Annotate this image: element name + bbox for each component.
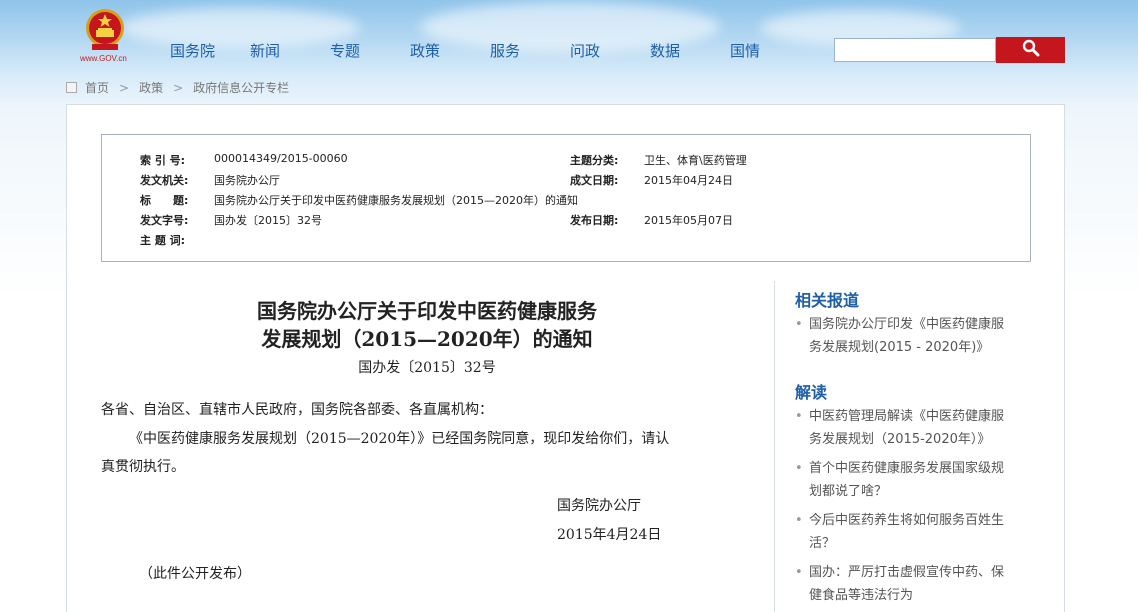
breadcrumb-separator: >: [173, 80, 184, 95]
interpretation-item[interactable]: 首个中医药健康服务发展国家级规 划都说了啥？: [795, 457, 1027, 503]
nav-item-topics[interactable]: 专题: [330, 40, 410, 61]
interpretation-item[interactable]: 中医药管理局解读《中医药健康服 务发展规划（2015-2020年）》: [795, 405, 1027, 451]
meta-label: 发布日期:: [570, 214, 619, 227]
meta-label: 发文机关:: [140, 174, 189, 187]
nav-item-national-info[interactable]: 国情: [730, 40, 810, 61]
item-text-line: 中医药管理局解读《中医药健康服: [809, 409, 1005, 424]
breadcrumb-separator: >: [119, 80, 130, 95]
site-domain-text: www.GOV.cn: [80, 54, 127, 63]
article-date: 2015年4月24日: [557, 527, 662, 543]
meta-value: 国办发〔2015〕32号: [214, 214, 322, 227]
related-reports-heading: 相关报道: [795, 291, 860, 310]
article-paragraph: 《中医药健康服务发展规划（2015—2020年）》已经国务院同意，现印发给你们，…: [129, 431, 670, 447]
item-text-line: 国办：严厉打击虚假宣传中药、保: [809, 565, 1005, 580]
meta-value: 卫生、体育\医药管理: [644, 154, 747, 167]
meta-value: 2015年05月07日: [644, 214, 733, 227]
meta-label: 索 引 号:: [140, 154, 186, 167]
meta-index: 索 引 号: 000014349/2015-00060: [140, 152, 348, 168]
meta-title: 标 题: 国务院办公厅关于印发中医药健康服务发展规划（2015—2020年）的通…: [140, 192, 578, 208]
meta-value: 2015年04月24日: [644, 174, 733, 187]
interpretation-heading: 解读: [795, 383, 828, 402]
related-report-item[interactable]: 国务院办公厅印发《中医药健康服 务发展规划(2015 - 2020年)》: [795, 313, 1027, 359]
related-reports-list: 国务院办公厅印发《中医药健康服 务发展规划(2015 - 2020年)》: [795, 313, 1027, 365]
meta-written-date: 成文日期: 2015年04月24日: [570, 172, 733, 188]
breadcrumb-home[interactable]: 首页: [85, 79, 109, 96]
meta-label: 主题分类:: [570, 154, 619, 167]
content-panel: 索 引 号: 000014349/2015-00060 主题分类: 卫生、体育\…: [66, 104, 1065, 612]
meta-doc-number: 发文字号: 国办发〔2015〕32号: [140, 212, 322, 228]
item-text-line: 健食品等违法行为: [809, 588, 914, 603]
article-title-line: 发展规划（2015—2020年）的通知: [261, 327, 593, 351]
article-note: （此件公开发布）: [139, 566, 251, 582]
interpretation-item[interactable]: 国办：严厉打击虚假宣传中药、保 健食品等违法行为: [795, 561, 1027, 607]
search-button[interactable]: [996, 37, 1065, 63]
nav-item-state-council[interactable]: 国务院: [170, 40, 250, 61]
item-text-line: 务发展规划(2015 - 2020年)》: [809, 340, 990, 355]
article-signature: 国务院办公厅: [557, 498, 641, 514]
breadcrumb-policy[interactable]: 政策: [139, 79, 163, 96]
interpretation-item[interactable]: 今后中医药养生将如何服务百姓生 活？: [795, 509, 1027, 555]
meta-label: 标 题:: [140, 194, 189, 207]
item-text-line: 务发展规划（2015-2020年）》: [809, 432, 991, 447]
article-addressee: 各省、自治区、直辖市人民政府，国务院各部委、各直属机构：: [101, 402, 493, 418]
home-icon: [66, 82, 77, 93]
search-icon: [1022, 39, 1040, 61]
main-nav: 国务院 新闻 专题 政策 服务 问政 数据 国情: [170, 40, 810, 61]
nav-item-news[interactable]: 新闻: [250, 40, 330, 61]
meta-value: 国务院办公厅关于印发中医药健康服务发展规划（2015—2020年）的通知: [214, 194, 578, 207]
meta-value: 000014349/2015-00060: [214, 152, 348, 165]
meta-issuer: 发文机关: 国务院办公厅: [140, 172, 280, 188]
article-paragraph: 真贯彻执行。: [101, 459, 185, 475]
article-title-line: 国务院办公厅关于印发中医药健康服务: [257, 299, 597, 323]
item-text-line: 划都说了啥？: [809, 484, 888, 499]
sidebar-divider: [774, 281, 775, 612]
nav-item-services[interactable]: 服务: [490, 40, 570, 61]
item-text-line: 活？: [809, 536, 836, 551]
nav-item-inquiry[interactable]: 问政: [570, 40, 650, 61]
meta-published-date: 发布日期: 2015年05月07日: [570, 212, 733, 228]
item-text-line: 今后中医药养生将如何服务百姓生: [809, 513, 1005, 528]
item-text-line: 国务院办公厅印发《中医药健康服: [809, 317, 1005, 332]
meta-label: 发文字号:: [140, 214, 189, 227]
article-doc-number: 国办发〔2015〕32号: [358, 360, 496, 376]
nav-item-data[interactable]: 数据: [650, 40, 730, 61]
meta-value: 国务院办公厅: [214, 174, 280, 187]
meta-label: 成文日期:: [570, 174, 619, 187]
interpretation-list: 中医药管理局解读《中医药健康服 务发展规划（2015-2020年）》 首个中医药…: [795, 405, 1027, 612]
article-title: 国务院办公厅关于印发中医药健康服务 发展规划（2015—2020年）的通知: [167, 297, 687, 353]
meta-keywords: 主 题 词:: [140, 232, 214, 248]
meta-category: 主题分类: 卫生、体育\医药管理: [570, 152, 747, 168]
national-emblem-logo[interactable]: [82, 8, 128, 52]
item-text-line: 首个中医药健康服务发展国家级规: [809, 461, 1005, 476]
nav-item-policies[interactable]: 政策: [410, 40, 490, 61]
breadcrumb-info-disclosure[interactable]: 政府信息公开专栏: [193, 79, 289, 96]
search-input[interactable]: [834, 38, 996, 62]
breadcrumb: 首页 > 政策 > 政府信息公开专栏: [66, 79, 289, 96]
meta-label: 主 题 词:: [140, 234, 186, 247]
document-metadata-box: 索 引 号: 000014349/2015-00060 主题分类: 卫生、体育\…: [101, 134, 1031, 262]
